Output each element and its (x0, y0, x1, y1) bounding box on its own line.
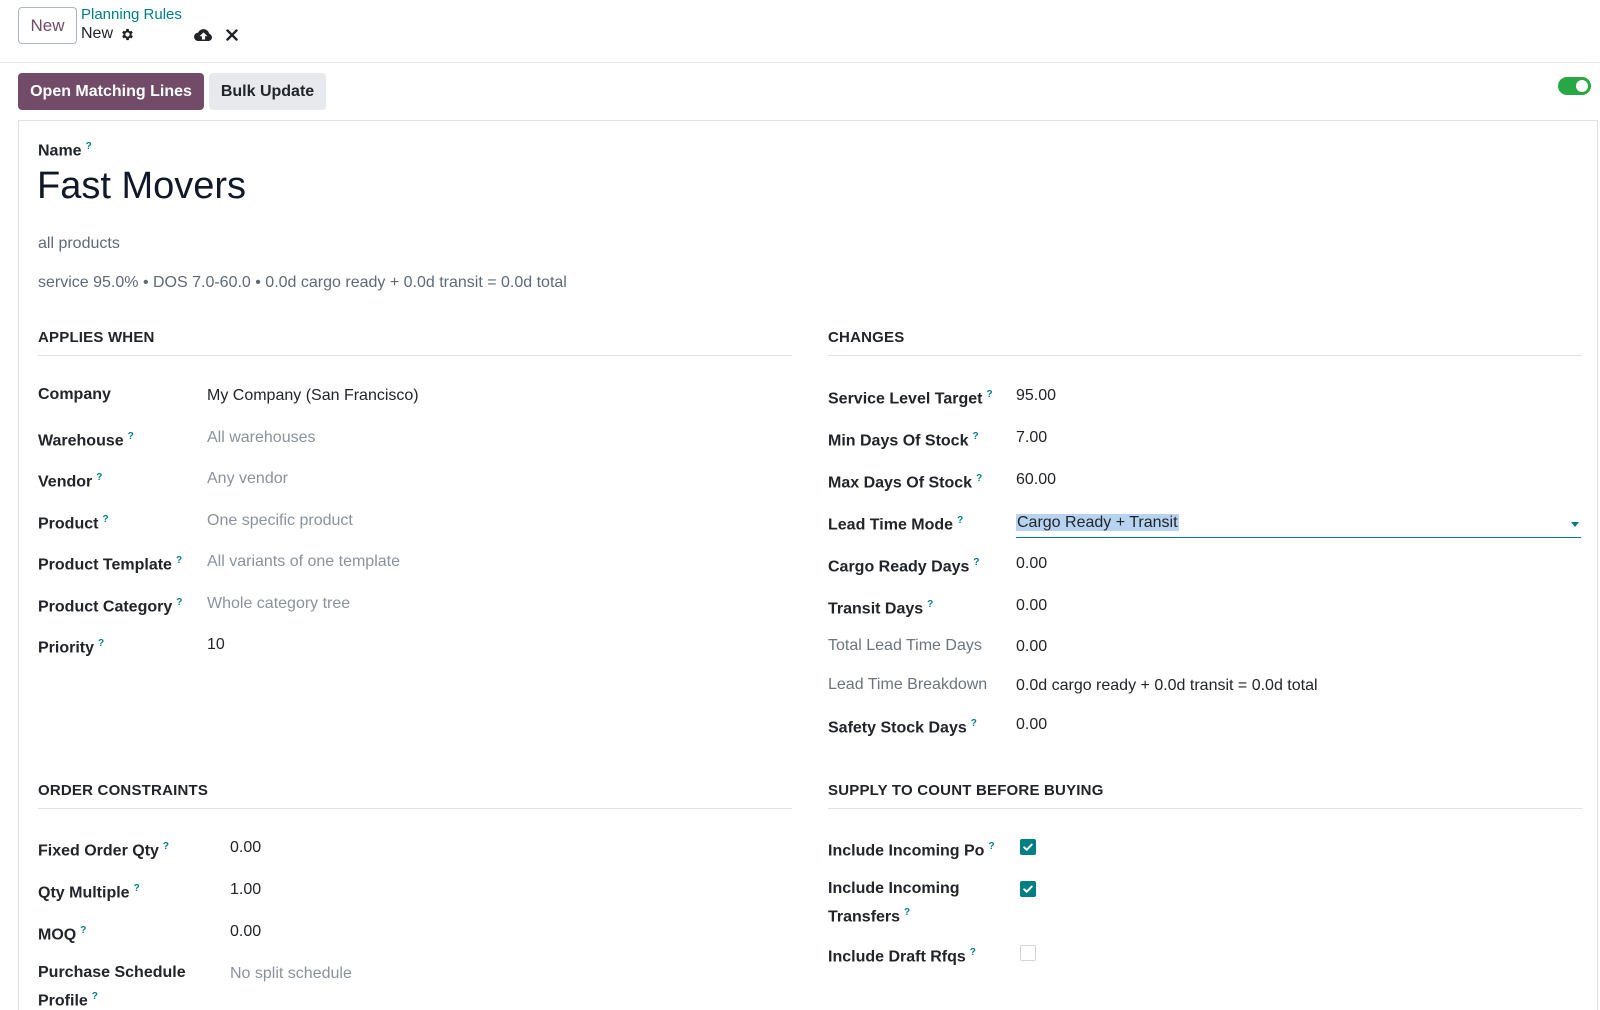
help-icon[interactable]: ? (128, 431, 134, 442)
purchase-schedule-profile-field[interactable]: No split schedule (230, 962, 352, 986)
qty-multiple-field[interactable]: 1.00 (230, 878, 261, 902)
section-divider (828, 355, 1582, 356)
include-draft-rfqs-checkbox[interactable] (1020, 945, 1036, 961)
min-days-of-stock-field[interactable]: 7.00 (1016, 426, 1047, 450)
min-days-of-stock-label: Min Days Of Stock? (828, 431, 979, 450)
max-days-of-stock-field[interactable]: 60.00 (1016, 468, 1056, 492)
help-icon[interactable]: ? (971, 718, 977, 729)
help-icon[interactable]: ? (134, 883, 140, 894)
vendor-field[interactable]: Any vendor (207, 467, 288, 491)
safety-stock-days-label: Safety Stock Days? (828, 718, 977, 737)
help-icon[interactable]: ? (80, 925, 86, 936)
breadcrumb-current-label: New (81, 25, 114, 42)
total-lead-time-days-field[interactable]: 0.00 (1016, 635, 1047, 659)
max-days-of-stock-label: Max Days Of Stock? (828, 473, 983, 492)
help-icon[interactable]: ? (957, 515, 963, 526)
priority-label: Priority? (38, 638, 105, 657)
order-constraints-heading: ORDER CONSTRAINTS (38, 782, 209, 799)
cargo-ready-days-field[interactable]: 0.00 (1016, 552, 1047, 576)
section-divider (38, 355, 792, 356)
include-draft-rfqs-label: Include Draft Rfqs? (828, 947, 976, 966)
transit-days-field[interactable]: 0.00 (1016, 594, 1047, 618)
lead-time-mode-value: Cargo Ready + Transit (1016, 514, 1179, 531)
help-icon[interactable]: ? (86, 141, 92, 152)
active-toggle[interactable] (1558, 77, 1591, 95)
control-panel: New Planning Rules New (0, 0, 1600, 63)
section-divider (38, 808, 792, 809)
priority-field[interactable]: 10 (207, 633, 225, 657)
help-icon[interactable]: ? (970, 947, 976, 958)
help-icon[interactable]: ? (176, 555, 182, 566)
product-field[interactable]: One specific product (207, 509, 353, 533)
help-icon[interactable]: ? (973, 557, 979, 568)
gear-icon[interactable] (120, 27, 135, 42)
help-icon[interactable]: ? (102, 514, 108, 525)
include-incoming-po-label: Include Incoming Po? (828, 841, 995, 860)
company-field[interactable]: My Company (San Francisco) (207, 384, 419, 408)
include-incoming-transfers-checkbox[interactable] (1020, 881, 1036, 897)
include-incoming-po-checkbox[interactable] (1020, 839, 1036, 855)
help-icon[interactable]: ? (98, 638, 104, 649)
help-icon[interactable]: ? (163, 841, 169, 852)
qty-multiple-label: Qty Multiple? (38, 883, 140, 902)
breadcrumb-planning-rules[interactable]: Planning Rules (81, 6, 182, 24)
cargo-ready-days-label: Cargo Ready Days? (828, 557, 980, 576)
help-icon[interactable]: ? (988, 841, 994, 852)
company-label: Company (38, 386, 111, 403)
open-matching-lines-button[interactable]: Open Matching Lines (18, 73, 204, 110)
help-icon[interactable]: ? (972, 431, 978, 442)
help-icon[interactable]: ? (976, 473, 982, 484)
total-lead-time-days-label: Total Lead Time Days (828, 637, 982, 654)
cloud-upload-icon[interactable] (193, 26, 213, 44)
policy-summary: service 95.0% • DOS 7.0-60.0 • 0.0d carg… (38, 274, 567, 291)
scope-summary: all products (38, 235, 120, 252)
help-icon[interactable]: ? (176, 597, 182, 608)
product-template-label: Product Template? (38, 555, 183, 574)
product-label: Product? (38, 513, 109, 532)
close-icon[interactable] (222, 26, 242, 44)
help-icon[interactable]: ? (92, 991, 98, 1002)
lead-time-breakdown-field[interactable]: 0.0d cargo ready + 0.0d transit = 0.0d t… (1016, 674, 1318, 698)
lead-time-mode-label: Lead Time Mode? (828, 515, 964, 534)
section-divider (828, 808, 1582, 809)
record-name-field[interactable]: Fast Movers (37, 165, 246, 208)
product-category-label: Product Category? (38, 596, 183, 615)
changes-heading: CHANGES (828, 329, 905, 346)
help-icon[interactable]: ? (904, 907, 910, 918)
applies-when-heading: APPLIES WHEN (38, 329, 155, 346)
product-category-field[interactable]: Whole category tree (207, 592, 350, 616)
lead-time-mode-select[interactable]: Cargo Ready + Transit (1016, 512, 1581, 538)
fixed-order-qty-field[interactable]: 0.00 (230, 836, 261, 860)
help-icon[interactable]: ? (96, 472, 102, 483)
help-icon[interactable]: ? (927, 599, 933, 610)
name-label: Name? (38, 141, 92, 160)
toggle-knob (1576, 80, 1588, 92)
breadcrumb: Planning Rules New (81, 6, 182, 44)
include-incoming-transfers-label: Include Incoming Transfers? (828, 880, 960, 926)
warehouse-field[interactable]: All warehouses (207, 426, 316, 450)
help-icon[interactable]: ? (986, 389, 992, 400)
service-level-target-label: Service Level Target? (828, 389, 993, 408)
transit-days-label: Transit Days? (828, 599, 934, 618)
warehouse-label: Warehouse? (38, 430, 134, 449)
new-button[interactable]: New (18, 7, 77, 44)
safety-stock-days-field[interactable]: 0.00 (1016, 713, 1047, 737)
caret-down-icon (1571, 522, 1579, 527)
bulk-update-button[interactable]: Bulk Update (209, 73, 326, 110)
purchase-schedule-profile-label: Purchase Schedule Profile? (38, 964, 186, 1010)
service-level-target-field[interactable]: 95.00 (1016, 384, 1056, 408)
lead-time-breakdown-label: Lead Time Breakdown (828, 676, 988, 693)
breadcrumb-current: New (81, 24, 182, 44)
vendor-label: Vendor? (38, 472, 103, 491)
product-template-field[interactable]: All variants of one template (207, 550, 400, 574)
moq-field[interactable]: 0.00 (230, 920, 261, 944)
fixed-order-qty-label: Fixed Order Qty? (38, 841, 170, 860)
moq-label: MOQ? (38, 925, 87, 944)
supply-heading: SUPPLY TO COUNT BEFORE BUYING (828, 782, 1104, 799)
